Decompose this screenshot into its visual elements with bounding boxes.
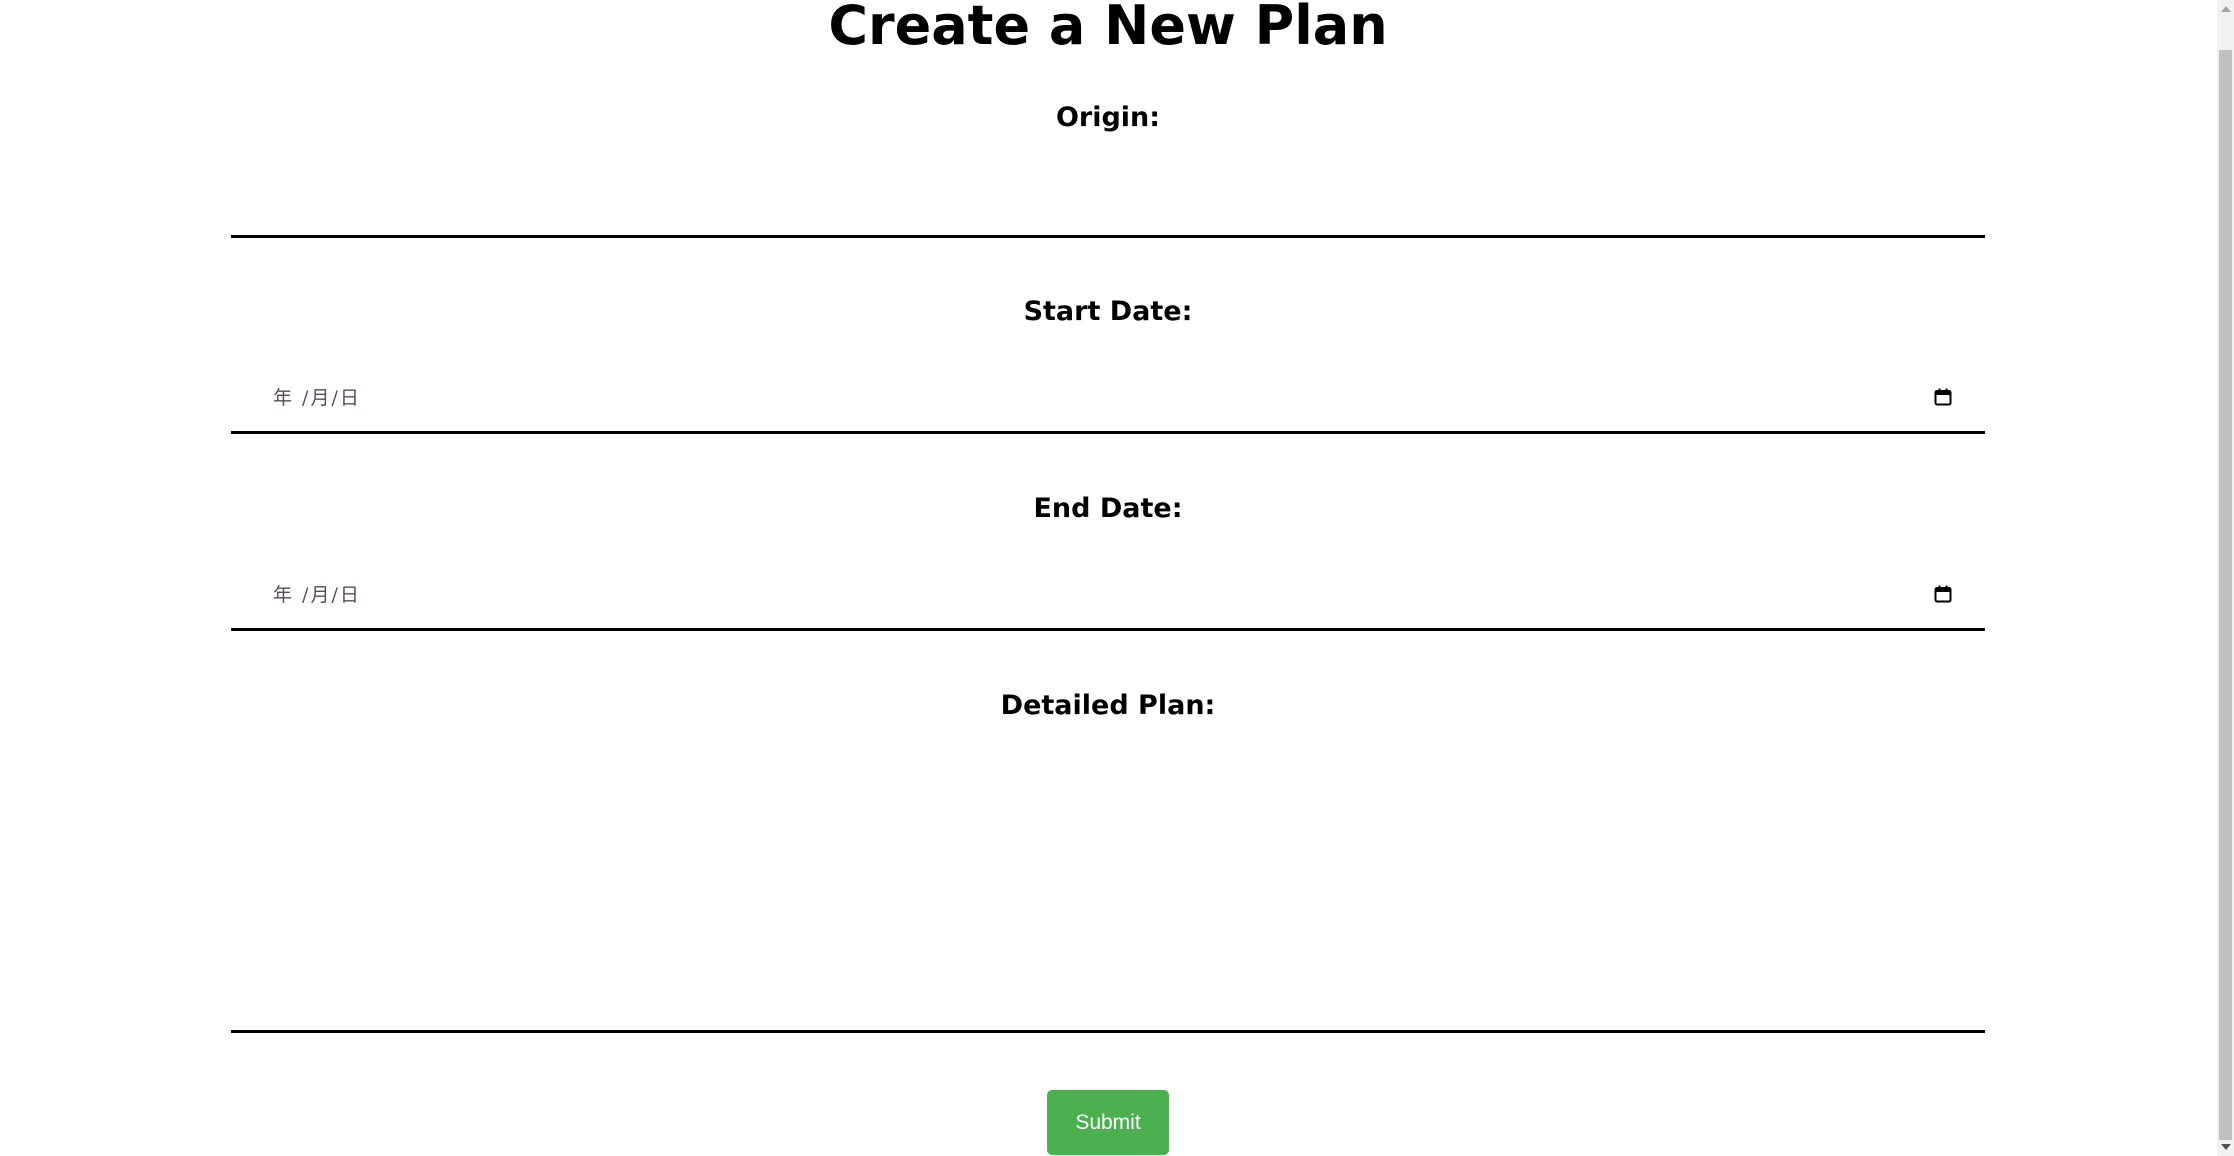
detailed-plan-textarea[interactable]: [231, 748, 1985, 1033]
scroll-down-arrow-icon[interactable]: [2221, 1144, 2231, 1150]
origin-label: Origin:: [1055, 102, 1161, 133]
scroll-up-arrow-icon[interactable]: [2221, 6, 2231, 12]
start-date-label: Start Date:: [1023, 296, 1193, 327]
calendar-icon[interactable]: [1931, 385, 1955, 409]
calendar-icon[interactable]: [1931, 582, 1955, 606]
start-date-placeholder: 年 /月/日: [273, 387, 361, 409]
detailed-plan-label: Detailed Plan:: [1000, 690, 1216, 721]
vertical-scrollbar[interactable]: [2217, 0, 2234, 1156]
origin-input[interactable]: [231, 160, 1985, 238]
create-plan-page: Create a New Plan Origin: Start Date: 年 …: [0, 0, 2234, 1156]
end-date-label: End Date:: [1033, 493, 1183, 524]
scrollbar-thumb[interactable]: [2219, 50, 2232, 1140]
end-date-placeholder: 年 /月/日: [273, 584, 361, 606]
page-title: Create a New Plan: [828, 0, 1388, 57]
end-date-input[interactable]: 年 /月/日: [231, 559, 1985, 631]
start-date-input[interactable]: 年 /月/日: [231, 362, 1985, 434]
submit-button[interactable]: Submit: [1047, 1090, 1169, 1155]
